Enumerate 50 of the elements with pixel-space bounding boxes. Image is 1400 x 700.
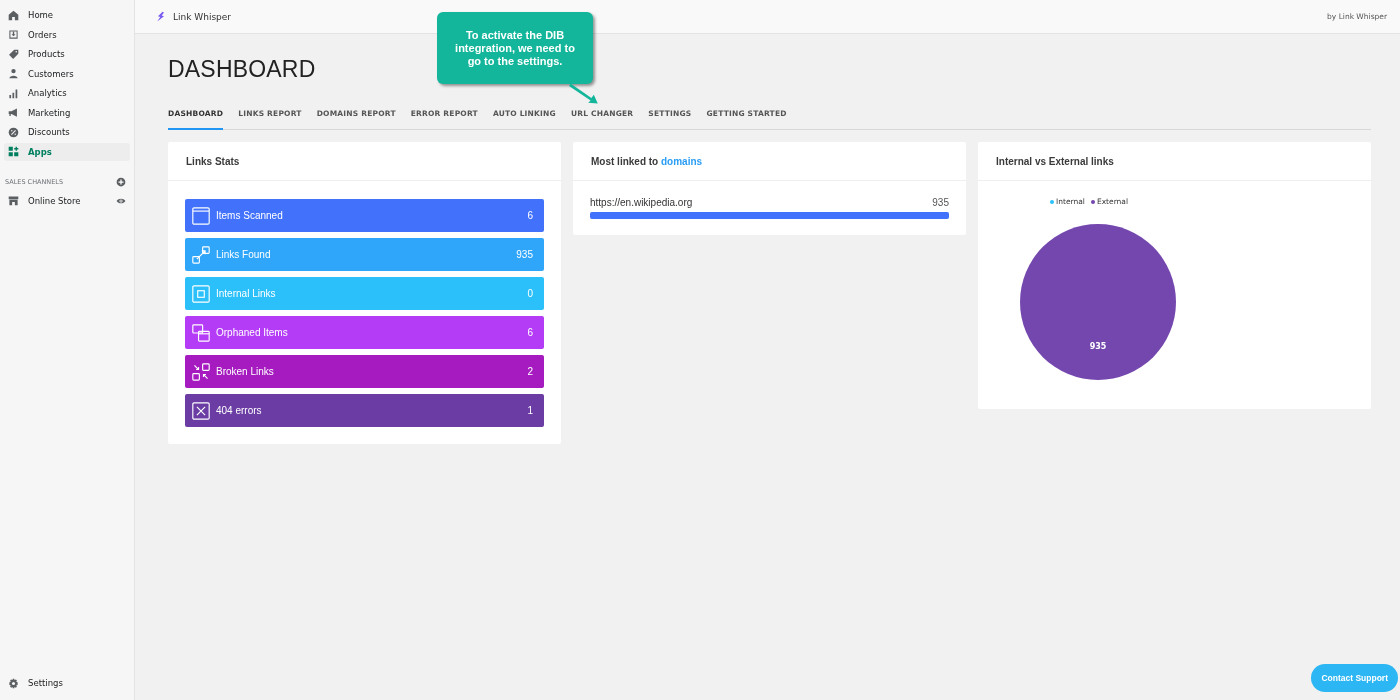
callout-bubble: To activate the DIB integration, we need to go to the settings. (437, 12, 593, 84)
stat-value: 0 (527, 288, 533, 299)
tag-icon (8, 48, 19, 60)
cross-icon (192, 401, 210, 420)
stat-label: Internal Links (216, 288, 277, 299)
stat-value: 1 (527, 405, 533, 416)
sidebar-item[interactable]: Home (4, 6, 130, 24)
sidebar-item[interactable]: Products (4, 45, 130, 63)
stat-label: Orphaned Items (216, 327, 289, 338)
card-title: Most linked to domains (573, 142, 966, 181)
add-icon[interactable] (116, 176, 126, 187)
card-title: Internal vs External links (978, 142, 1371, 181)
data-label: 935 (1089, 341, 1107, 351)
callout-arrow (569, 82, 601, 106)
discount-icon (8, 126, 19, 138)
sidebar-item[interactable]: Apps (4, 142, 130, 161)
inbox-icon (8, 29, 19, 40)
domain-url: https://en.wikipedia.org (590, 197, 693, 208)
sidebar-item[interactable]: Marketing (4, 103, 130, 122)
logo-icon (155, 10, 167, 23)
stat-label: Links Found (216, 249, 272, 260)
stat-value: 6 (527, 327, 533, 338)
square-icon (192, 284, 210, 303)
home-icon (8, 9, 19, 21)
sidebar-item[interactable]: Customers (4, 64, 130, 83)
sidebar-item[interactable]: Analytics (4, 84, 130, 102)
sidebar-item[interactable]: Discounts (4, 123, 130, 141)
stat-label: Items Scanned (216, 210, 284, 221)
settings-link[interactable]: Settings (4, 674, 130, 692)
app-name: Link Whisper (173, 11, 232, 22)
sidebar-item[interactable]: Orders (4, 25, 130, 44)
stat-value: 935 (516, 249, 533, 260)
window-icon (192, 206, 210, 225)
stat-label: 404 errors (216, 405, 263, 416)
stat-label: Broken Links (216, 366, 275, 377)
windows-icon (192, 323, 210, 342)
bar-chart-icon (8, 87, 19, 99)
store-icon (8, 195, 19, 206)
broken-link-icon (192, 362, 210, 381)
stat-value: 2 (527, 366, 533, 377)
page-title: DASHBOARD (168, 56, 316, 83)
stat-value: 6 (527, 210, 533, 221)
card-title: Links Stats (168, 142, 561, 181)
settings-icon (8, 677, 19, 689)
person-icon (8, 68, 19, 79)
resize-icon (192, 245, 210, 264)
domain-count: 935 (932, 197, 949, 208)
apps-icon (8, 146, 19, 157)
sidebar-item[interactable]: Online Store (4, 191, 116, 210)
megaphone-icon (8, 107, 19, 118)
